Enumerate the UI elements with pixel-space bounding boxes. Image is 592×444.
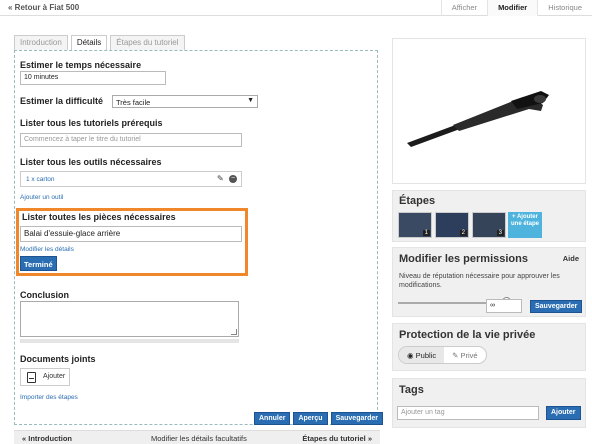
- save-button[interactable]: Sauvegarder: [330, 412, 383, 425]
- permissions-text: Niveau de réputation nécessaire pour app…: [399, 273, 560, 289]
- add-document-label: Ajouter: [43, 373, 66, 380]
- back-link[interactable]: « Retour à Fiat 500: [8, 3, 79, 12]
- conclusion-textarea[interactable]: [20, 301, 239, 337]
- view-tabs: Afficher Modifier Historique: [440, 0, 592, 16]
- permissions-save-button[interactable]: Sauvegarder: [530, 300, 583, 313]
- prereq-label: Lister tous les tutoriels prérequis: [20, 118, 163, 128]
- permissions-value-input[interactable]: ∞: [486, 299, 522, 313]
- step-thumbnail-3[interactable]: 3: [472, 212, 506, 238]
- top-bar: « Retour à Fiat 500 Afficher Modifier Hi…: [0, 0, 592, 16]
- guide-editor: Introduction Détails Étapes du tutoriel: [14, 35, 380, 425]
- prev-link[interactable]: « Introduction: [22, 434, 72, 443]
- wiper-blade-image: [407, 91, 549, 147]
- privacy-title: Protection de la vie privée: [399, 329, 536, 341]
- privacy-public-option[interactable]: ◉ Public: [399, 347, 445, 363]
- tags-card: Tags: [392, 378, 586, 428]
- chevron-down-icon: ▼: [247, 97, 254, 104]
- tab-introduction[interactable]: Introduction: [14, 35, 68, 50]
- tool-item-label[interactable]: 1 x carton: [26, 176, 55, 183]
- steps-title: Étapes: [399, 195, 436, 207]
- add-tag-button[interactable]: Ajouter: [546, 406, 581, 420]
- add-document-button[interactable]: Ajouter: [20, 368, 71, 386]
- pencil-icon[interactable]: ✎: [217, 175, 225, 183]
- editor-tabs: Introduction Détails Étapes du tutoriel: [14, 35, 380, 51]
- privacy-toggle: ◉ Public ✎ Privé: [398, 346, 487, 364]
- parts-label: Lister toutes les pièces nécessaires: [22, 212, 176, 222]
- conclusion-label: Conclusion: [20, 290, 69, 300]
- docs-label: Documents joints: [20, 354, 96, 364]
- textarea-toolbar: [20, 339, 239, 343]
- tool-item: 1 x carton ✎ −: [20, 171, 242, 187]
- tab-details[interactable]: Détails: [70, 35, 108, 51]
- done-button[interactable]: Terminé: [20, 256, 57, 271]
- tab-view[interactable]: Afficher: [440, 0, 487, 16]
- bottom-navigation: « Introduction Modifier les détails facu…: [14, 430, 380, 444]
- step-thumbnail-2[interactable]: 2: [435, 212, 469, 238]
- add-step-button[interactable]: + Ajouter une étape: [508, 212, 542, 238]
- permissions-title: Modifier les permissions: [399, 253, 528, 265]
- globe-icon: ◉: [407, 351, 414, 360]
- edit-details-link[interactable]: Modifier les détails: [20, 246, 74, 253]
- bottom-middle-text: Modifier les détails facultatifs: [151, 434, 247, 443]
- tools-label: Lister tous les outils nécessaires: [20, 157, 162, 167]
- tab-edit[interactable]: Modifier: [487, 0, 538, 16]
- add-tool-link[interactable]: Ajouter un outil: [20, 194, 63, 201]
- privacy-private-option[interactable]: ✎ Privé: [444, 347, 485, 363]
- import-steps-link[interactable]: Importer des étapes: [20, 394, 78, 401]
- form-actions: Annuler Aperçu Sauvegarder: [254, 412, 383, 425]
- resize-handle-icon[interactable]: [231, 329, 237, 335]
- part-input[interactable]: Balai d'essuie-glace arrière: [20, 226, 242, 242]
- difficulty-label: Estimer la difficulté: [20, 96, 104, 106]
- preview-button[interactable]: Aperçu: [293, 412, 328, 425]
- time-input[interactable]: 10 minutes: [20, 71, 166, 85]
- edit-icon: ✎: [452, 351, 459, 360]
- cancel-button[interactable]: Annuler: [254, 412, 291, 425]
- tags-input[interactable]: Ajouter un tag: [397, 406, 539, 420]
- difficulty-value: Très facile: [116, 98, 151, 107]
- time-label: Estimer le temps nécessaire: [20, 60, 142, 70]
- remove-icon[interactable]: −: [229, 175, 237, 183]
- difficulty-select[interactable]: Très facile ▼: [112, 95, 258, 108]
- prereq-input[interactable]: Commencez à taper le titre du tutoriel: [20, 133, 242, 147]
- tags-title: Tags: [399, 384, 424, 396]
- tab-steps[interactable]: Étapes du tutoriel: [110, 35, 185, 50]
- permissions-help-link[interactable]: Aide: [563, 254, 579, 263]
- main-image[interactable]: [392, 38, 586, 184]
- document-icon: [27, 372, 36, 383]
- tab-history[interactable]: Historique: [537, 0, 592, 16]
- step-thumbnail-1[interactable]: 1: [398, 212, 432, 238]
- next-link[interactable]: Étapes du tutoriel »: [302, 434, 372, 443]
